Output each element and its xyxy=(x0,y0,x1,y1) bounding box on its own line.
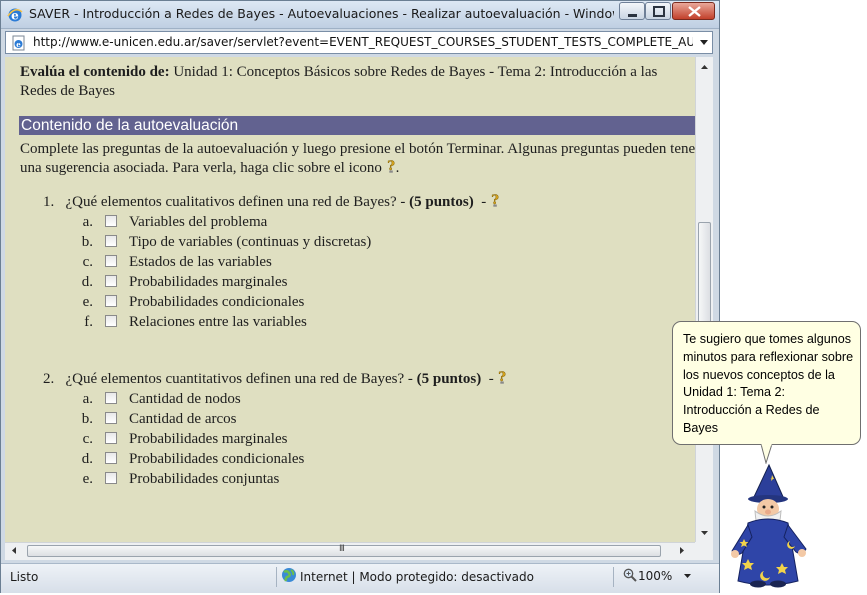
option-label: Probabilidades condicionales xyxy=(129,294,305,310)
wizard-icon[interactable] xyxy=(726,463,812,589)
question-2: 2. ¿Qué elementos cuantitativos definen … xyxy=(43,370,507,387)
hint-icon[interactable]: ? xyxy=(497,370,507,384)
question-number: 2. xyxy=(43,371,55,387)
option-label: Probabilidades marginales xyxy=(129,274,288,290)
divider xyxy=(613,567,614,587)
instructions: Complete las preguntas de la autoevaluac… xyxy=(20,140,695,178)
question-points: (5 puntos) xyxy=(416,371,482,387)
window-title: SAVER - Introducción a Redes de Bayes - … xyxy=(29,6,614,21)
option-label: Cantidad de nodos xyxy=(129,391,241,407)
divider xyxy=(276,567,277,587)
horizontal-scrollbar[interactable]: III xyxy=(5,542,695,560)
page-icon: e xyxy=(12,35,25,51)
zoom-icon[interactable] xyxy=(623,568,637,582)
option-label: Variables del problema xyxy=(129,214,268,230)
page-content: Evalúa el contenido de: Unidad 1: Concep… xyxy=(5,57,695,542)
scroll-left-icon[interactable] xyxy=(12,547,16,554)
vertical-scrollbar[interactable] xyxy=(695,57,713,542)
option-label: Cantidad de arcos xyxy=(129,411,237,427)
question-number: 1. xyxy=(43,194,55,210)
bubble-tail xyxy=(760,444,773,464)
address-bar[interactable]: e http://www.e-unicen.edu.ar/saver/servl… xyxy=(5,31,713,54)
checkbox[interactable] xyxy=(105,472,117,484)
close-button[interactable] xyxy=(672,2,715,20)
minimize-button[interactable] xyxy=(619,2,645,20)
question-text: ¿Qué elementos cuantitativos definen una… xyxy=(65,371,413,387)
option-label: Tipo de variables (continuas y discretas… xyxy=(129,234,372,250)
scroll-up-icon[interactable] xyxy=(701,65,708,69)
instructions-line-1: Complete las preguntas de la autoevaluac… xyxy=(20,141,695,157)
question-points: (5 puntos) xyxy=(409,194,474,210)
checkbox[interactable] xyxy=(105,275,117,287)
section-header: Contenido de la autoevaluación xyxy=(19,116,695,135)
eval-content-line: Evalúa el contenido de: Unidad 1: Concep… xyxy=(20,63,690,101)
hint-icon[interactable]: ? xyxy=(490,193,500,207)
checkbox[interactable] xyxy=(105,412,117,424)
instructions-line-2: una sugerencia asociada. Para verla, hag… xyxy=(20,159,400,176)
minimize-icon xyxy=(628,14,637,17)
question-text: ¿Qué elementos cualitativos definen una … xyxy=(65,194,406,210)
url-text[interactable]: http://www.e-unicen.edu.ar/saver/servlet… xyxy=(33,35,693,49)
title-bar[interactable]: e SAVER - Introducción a Redes de Bayes … xyxy=(1,1,719,29)
ie-icon: e xyxy=(7,8,23,23)
chevron-down-icon[interactable] xyxy=(684,574,691,578)
chevron-down-icon[interactable] xyxy=(700,40,708,45)
status-text: Listo xyxy=(10,570,39,584)
option-label: Estados de las variables xyxy=(129,254,272,270)
question-1: 1. ¿Qué elementos cualitativos definen u… xyxy=(43,193,500,210)
checkbox[interactable] xyxy=(105,452,117,464)
browser-window: e SAVER - Introducción a Redes de Bayes … xyxy=(0,0,720,593)
checkbox[interactable] xyxy=(105,432,117,444)
assistant-speech-bubble: Te sugiero que tomes algunos minutos par… xyxy=(672,321,861,445)
hint-icon[interactable]: ? xyxy=(386,159,396,173)
globe-icon[interactable] xyxy=(281,567,297,583)
scroll-thumb[interactable] xyxy=(27,545,661,557)
option-label: Probabilidades marginales xyxy=(129,431,288,447)
option-label: Probabilidades conjuntas xyxy=(129,471,280,487)
checkbox[interactable] xyxy=(105,392,117,404)
close-icon xyxy=(688,6,701,17)
scroll-right-icon[interactable] xyxy=(680,547,684,554)
grip-icon: III xyxy=(339,544,345,554)
checkbox[interactable] xyxy=(105,315,117,327)
maximize-button[interactable] xyxy=(645,2,671,20)
checkbox[interactable] xyxy=(105,215,117,227)
security-zone-text[interactable]: Internet | Modo protegido: desactivado xyxy=(300,570,534,584)
eval-label: Evalúa el contenido de: xyxy=(20,64,170,80)
scroll-corner xyxy=(695,542,713,560)
checkbox[interactable] xyxy=(105,235,117,247)
svg-text:e: e xyxy=(16,40,21,49)
maximize-icon xyxy=(653,6,665,17)
assistant-message: Te sugiero que tomes algunos minutos par… xyxy=(683,332,854,435)
option-label: Relaciones entre las variables xyxy=(129,314,307,330)
option-label: Probabilidades condicionales xyxy=(129,451,305,467)
checkbox[interactable] xyxy=(105,295,117,307)
scroll-down-icon[interactable] xyxy=(701,531,708,535)
checkbox[interactable] xyxy=(105,255,117,267)
zoom-level[interactable]: 100% xyxy=(638,569,672,583)
status-bar: Listo Internet | Modo protegido: desacti… xyxy=(1,563,719,593)
